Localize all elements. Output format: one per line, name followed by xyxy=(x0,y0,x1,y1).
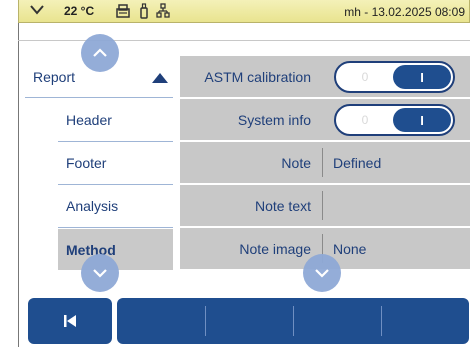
chevron-up-icon xyxy=(93,48,107,57)
nav-item-label: Analysis xyxy=(66,198,119,214)
nav-item-analysis[interactable]: Analysis xyxy=(58,185,173,228)
chevron-down-icon xyxy=(93,269,107,278)
setting-value: Defined xyxy=(333,154,382,171)
nav-scroll-up-button[interactable] xyxy=(81,34,119,72)
frame-border xyxy=(18,23,19,347)
toggle-on-label: I xyxy=(393,108,451,132)
skip-back-icon xyxy=(64,315,76,327)
setting-label: System info xyxy=(237,111,311,128)
chevron-down-icon xyxy=(315,269,329,278)
nav-section-label: Report xyxy=(33,68,76,85)
nav-scroll-down-button[interactable] xyxy=(81,254,119,292)
toolbar-divider xyxy=(293,306,294,336)
column-separator xyxy=(322,148,323,177)
setting-label: Note xyxy=(281,154,311,171)
status-bar: 22 °C mh - 13.02.2025 08:09 xyxy=(18,0,470,23)
network-icon xyxy=(156,3,170,18)
toolbar-button-group xyxy=(117,298,469,344)
nav-item-header[interactable]: Header xyxy=(58,99,173,142)
nav-item-label: Footer xyxy=(66,155,107,171)
collapse-triangle-icon xyxy=(152,73,168,83)
toolbar-divider xyxy=(381,306,382,336)
setting-label: Note image xyxy=(239,240,311,257)
toolbar-divider xyxy=(205,306,206,336)
temperature-readout: 22 °C xyxy=(64,4,95,18)
settings-table: ASTM calibration 0 I System info 0 I Not… xyxy=(180,56,470,270)
setting-row-note-text[interactable]: Note text xyxy=(180,185,470,226)
nav-item-label: Header xyxy=(66,112,112,128)
nav-item-footer[interactable]: Footer xyxy=(58,142,173,185)
back-button[interactable] xyxy=(28,298,112,344)
setting-label: Note text xyxy=(254,197,311,214)
setting-row-astm-calibration: ASTM calibration 0 I xyxy=(180,56,470,97)
toggle-off-label: 0 xyxy=(361,70,369,84)
setting-label: ASTM calibration xyxy=(204,68,311,85)
user-datetime: mh - 13.02.2025 08:09 xyxy=(344,5,465,19)
setting-row-system-info: System info 0 I xyxy=(180,99,470,140)
printer-icon xyxy=(116,4,130,18)
setting-row-note[interactable]: Note Defined xyxy=(180,142,470,183)
toggle-on-label: I xyxy=(393,65,451,89)
column-separator xyxy=(322,191,323,220)
chevron-down-icon[interactable] xyxy=(29,3,45,17)
bottle-icon xyxy=(140,3,148,19)
system-info-toggle[interactable]: 0 I xyxy=(334,104,455,136)
astm-calibration-toggle[interactable]: 0 I xyxy=(334,61,455,93)
settings-scroll-down-button[interactable] xyxy=(303,254,341,292)
toggle-off-label: 0 xyxy=(361,113,369,127)
